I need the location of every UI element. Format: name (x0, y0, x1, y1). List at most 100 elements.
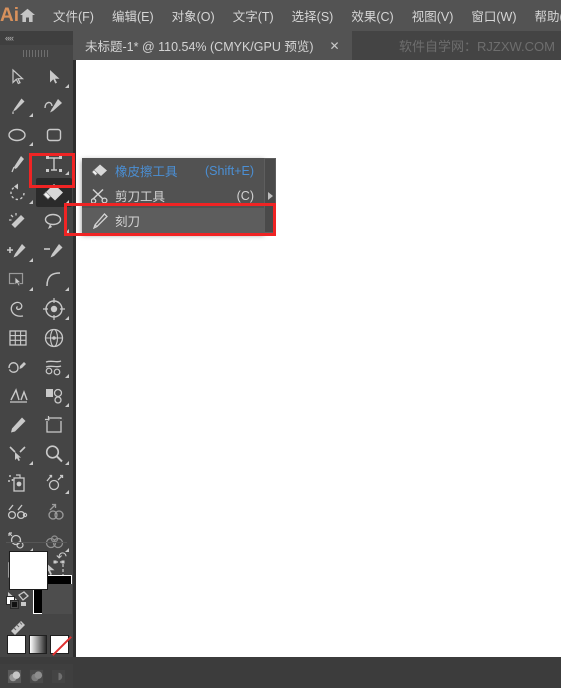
tool-more-triangle-icon (29, 461, 33, 465)
close-icon[interactable]: ✕ (325, 40, 343, 52)
selection-tool-icon (9, 68, 27, 86)
document-tab[interactable]: 未标题-1* @ 110.54% (CMYK/GPU 预览) ✕ (73, 31, 352, 60)
panel-grip[interactable] (0, 45, 73, 61)
app-logo: Ai (0, 0, 19, 31)
menu-type[interactable]: 文字(T) (224, 0, 283, 31)
blend-icon (7, 386, 29, 406)
color-mode-swatch[interactable] (7, 635, 26, 654)
tool-more-triangle-icon (29, 142, 33, 146)
none-mode-swatch[interactable] (50, 635, 69, 654)
spiral-tool[interactable] (0, 294, 36, 323)
blend-tool[interactable] (0, 381, 36, 410)
rectangle-tool[interactable] (36, 120, 72, 149)
scatter-tool[interactable] (36, 468, 72, 497)
default-fill-stroke-icon[interactable] (6, 596, 20, 610)
tool-more-triangle-icon (65, 403, 69, 407)
grid-icon (8, 328, 28, 348)
tools-panel-header: «« (0, 31, 73, 45)
shape-builder-tool[interactable] (36, 294, 72, 323)
flyout-item-eraser-label: 橡皮擦工具 (115, 161, 178, 180)
ellipse-tool[interactable] (0, 120, 36, 149)
document-tab-bar: 未标题-1* @ 110.54% (CMYK/GPU 预览) ✕ 软件自学网：R… (0, 31, 561, 60)
scale-tool[interactable] (0, 439, 36, 468)
paint-mode-swatches (7, 635, 69, 660)
direct-selection-tool[interactable] (36, 62, 72, 91)
delete-anchor-point-tool[interactable] (36, 236, 72, 265)
home-icon-glyph (19, 8, 36, 23)
menu-file[interactable]: 文件(F) (44, 0, 103, 31)
pen-tool-icon (8, 96, 28, 116)
symbol-sprayer-tool[interactable] (0, 468, 36, 497)
eraser-icon (88, 163, 112, 179)
curvature-tool[interactable] (36, 91, 72, 120)
shape-builder-icon (43, 298, 65, 320)
gradient-mode-swatch[interactable] (29, 635, 48, 654)
magic-wand-icon (8, 212, 28, 232)
flyout-item-eraser[interactable]: 橡皮擦工具 (Shift+E) (82, 158, 264, 183)
perspective-grid-tool[interactable] (36, 323, 72, 352)
perspective-grid-icon (43, 327, 65, 349)
tool-more-triangle-icon (65, 374, 69, 378)
scale-icon (7, 444, 29, 464)
zoom-tool[interactable] (36, 439, 72, 468)
fill-stroke-control: ↶ (0, 548, 73, 628)
mesh-tool[interactable] (36, 497, 72, 526)
tool-more-triangle-icon (65, 461, 69, 465)
gradient-icon (43, 386, 65, 406)
tool-more-triangle-icon (65, 84, 69, 88)
graph-tool[interactable] (0, 497, 36, 526)
symbol-sprayer-icon (7, 472, 29, 494)
swap-fill-stroke-icon[interactable]: ↶ (56, 550, 67, 563)
width-tool[interactable] (36, 352, 72, 381)
menu-view[interactable]: 视图(V) (403, 0, 463, 31)
rotate-tool-icon (8, 183, 28, 203)
menu-edit[interactable]: 编辑(E) (103, 0, 163, 31)
draw-normal-mode[interactable] (7, 669, 22, 684)
draw-behind-mode[interactable] (29, 669, 44, 684)
gradient-tool[interactable] (36, 381, 72, 410)
free-transform-icon (7, 270, 29, 290)
watermark-text: 软件自学网：RJZXW.COM (399, 31, 555, 60)
scatter-icon (43, 472, 65, 494)
arc-icon (44, 270, 64, 290)
pencil-tool[interactable] (0, 410, 36, 439)
pencil-icon (8, 415, 28, 435)
grid-tool[interactable] (0, 323, 36, 352)
selection-tool[interactable] (0, 62, 36, 91)
scissors-icon (88, 188, 112, 204)
add-anchor-point-tool[interactable] (0, 236, 36, 265)
smooth-icon (7, 357, 29, 377)
home-icon[interactable] (19, 0, 36, 31)
paintbrush-tool-icon (9, 154, 27, 174)
canvas-left-edge (73, 60, 76, 657)
highlight-knife-menuitem (64, 203, 276, 236)
menu-select[interactable]: 选择(S) (283, 0, 343, 31)
rectangle-tool-icon (45, 126, 63, 144)
draw-inside-mode[interactable] (51, 669, 66, 684)
spiral-icon (7, 298, 29, 320)
grip-dots-icon (23, 50, 50, 57)
fill-swatch[interactable] (9, 551, 48, 590)
add-anchor-point-icon (7, 241, 29, 261)
smooth-tool[interactable] (0, 352, 36, 381)
tool-more-triangle-icon (65, 490, 69, 494)
tool-more-triangle-icon (29, 113, 33, 117)
pen-tool[interactable] (0, 91, 36, 120)
menu-object[interactable]: 对象(O) (163, 0, 224, 31)
direct-selection-tool-icon (45, 68, 63, 86)
collapse-panel-icon[interactable]: «« (5, 33, 13, 43)
menu-window[interactable]: 窗口(W) (462, 0, 525, 31)
graph-icon (6, 502, 30, 522)
menu-help[interactable]: 帮助( (526, 0, 561, 31)
free-transform-tool[interactable] (0, 265, 36, 294)
delete-anchor-point-icon (43, 241, 65, 261)
artboard-tool[interactable] (36, 410, 72, 439)
tools-panel: «« (0, 31, 73, 657)
magic-wand-tool[interactable] (0, 207, 36, 236)
arc-tool[interactable] (36, 265, 72, 294)
width-tool-icon (43, 357, 65, 377)
artboard-icon (44, 415, 64, 435)
highlight-eraser-toolbutton (29, 153, 75, 188)
artboard-canvas[interactable] (73, 60, 561, 657)
menu-effect[interactable]: 效果(C) (342, 0, 402, 31)
